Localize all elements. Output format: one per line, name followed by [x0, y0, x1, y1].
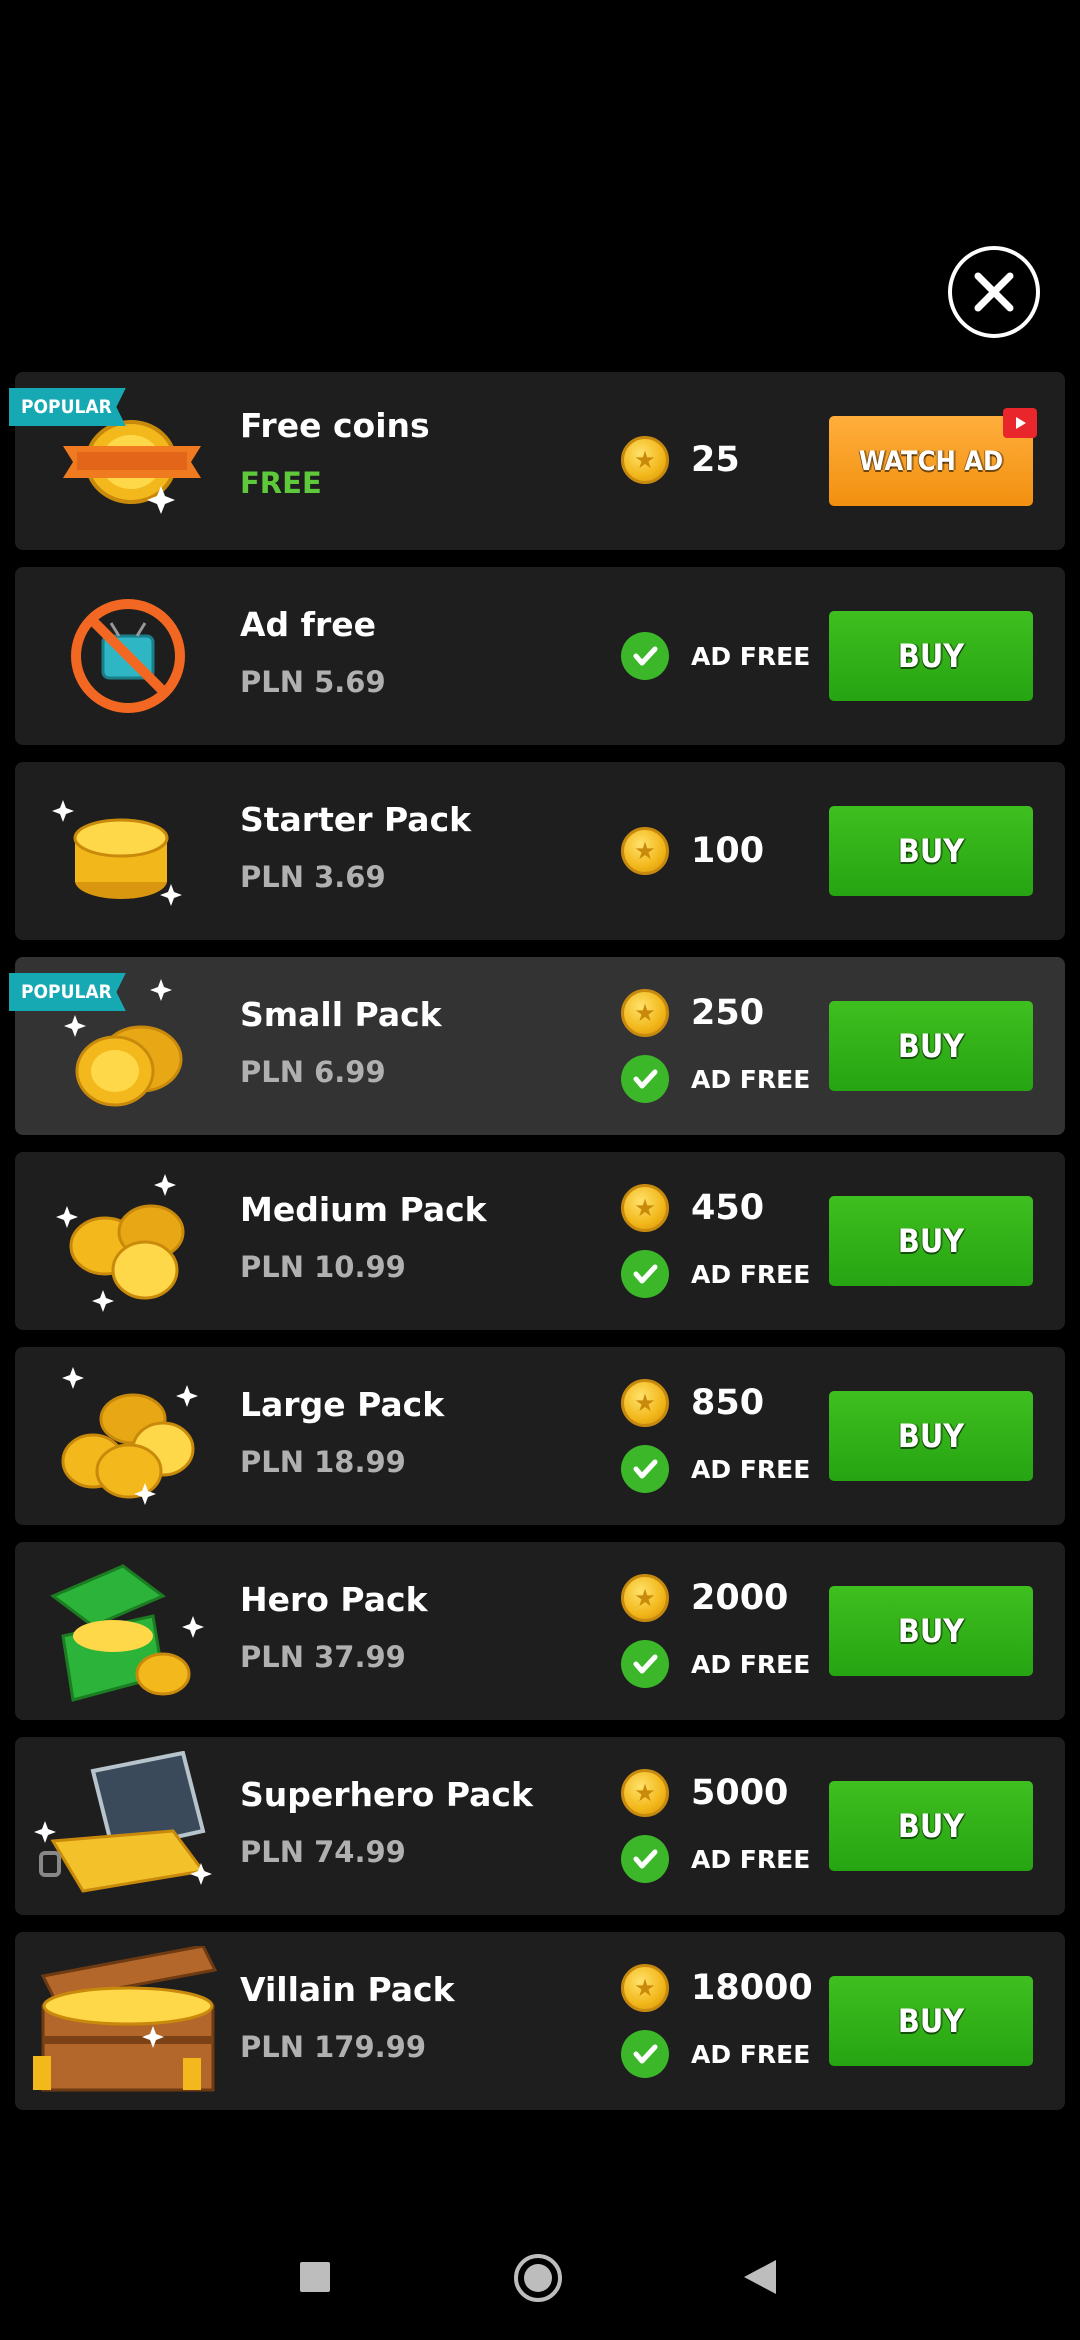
coin-icon: ★	[621, 1964, 669, 2012]
item-name: Superhero Pack	[240, 1775, 533, 1814]
shop-row-medium-pack: Medium Pack PLN 10.99 ★ 450 AD FREE BUY	[15, 1152, 1065, 1330]
no-tv-icon	[71, 599, 185, 713]
coin-amount: ★ 250	[621, 987, 764, 1039]
watch-ad-button[interactable]: WATCH AD	[829, 408, 1037, 506]
coin-amount: ★ 18000	[621, 1962, 813, 2014]
item-price: PLN 18.99	[240, 1445, 406, 1479]
system-navigation-bar	[0, 2220, 1080, 2340]
shop-row-superhero-pack: Superhero Pack PLN 74.99 ★ 5000 AD FREE …	[15, 1737, 1065, 1915]
check-icon	[621, 1640, 669, 1688]
shop-row-starter-pack: Starter Pack PLN 3.69 ★ 100 BUY	[15, 762, 1065, 940]
buy-button[interactable]: BUY	[829, 1196, 1033, 1286]
coin-stack-icon	[52, 800, 182, 906]
ad-free-benefit: AD FREE	[621, 1638, 810, 1690]
buy-button[interactable]: BUY	[829, 611, 1033, 701]
coin-amount: ★ 450	[621, 1182, 764, 1234]
item-price: PLN 37.99	[240, 1640, 406, 1674]
shop-row-villain-pack: Villain Pack PLN 179.99 ★ 18000 AD FREE …	[15, 1932, 1065, 2110]
item-name: Hero Pack	[240, 1580, 428, 1619]
buy-button[interactable]: BUY	[829, 1976, 1033, 2066]
check-icon	[621, 1445, 669, 1493]
coin-icon: ★	[621, 436, 669, 484]
check-icon	[621, 1835, 669, 1883]
item-price: PLN 6.99	[240, 1055, 386, 1089]
item-name: Villain Pack	[240, 1970, 455, 2009]
item-name: Starter Pack	[240, 800, 472, 839]
popular-badge: POPULAR	[9, 973, 126, 1011]
coin-icon: ★	[621, 1184, 669, 1232]
shop-row-small-pack: POPULAR Small Pack PLN 6.99 ★ 250 AD FRE…	[9, 957, 1065, 1135]
shop-row-ad-free: Ad free PLN 5.69 AD FREE BUY	[15, 567, 1065, 745]
coin-icon: ★	[621, 1769, 669, 1817]
recents-icon[interactable]	[298, 2260, 332, 2294]
back-icon[interactable]	[742, 2258, 778, 2296]
popular-badge: POPULAR	[9, 388, 126, 426]
video-play-icon	[1003, 408, 1037, 438]
check-icon	[621, 2030, 669, 2078]
item-price: PLN 5.69	[240, 665, 386, 699]
ad-free-benefit: AD FREE	[621, 1248, 810, 1300]
item-price: PLN 10.99	[240, 1250, 406, 1284]
coin-pile-large-icon	[61, 1367, 198, 1505]
coin-icon: ★	[621, 827, 669, 875]
coin-amount: ★ 100	[621, 825, 764, 877]
close-button[interactable]	[948, 246, 1040, 338]
coin-pile-icon	[56, 1174, 185, 1312]
item-price: FREE	[240, 466, 322, 500]
close-icon	[974, 272, 1014, 312]
check-icon	[621, 1055, 669, 1103]
home-icon[interactable]	[512, 2252, 564, 2304]
shop-list: POPULAR Free coins FREE ★ 25 WATCH AD Ad…	[9, 372, 1065, 2127]
treasure-chest-icon	[33, 1946, 218, 2092]
ad-free-benefit: AD FREE	[621, 1443, 810, 1495]
check-icon	[621, 632, 669, 680]
ad-free-benefit: AD FREE	[621, 630, 810, 682]
item-name: Free coins	[240, 406, 430, 445]
ad-free-benefit: AD FREE	[621, 2028, 810, 2080]
buy-button[interactable]: BUY	[829, 1781, 1033, 1871]
shop-row-large-pack: Large Pack PLN 18.99 ★ 850 AD FREE BUY	[15, 1347, 1065, 1525]
coin-amount: ★ 5000	[621, 1767, 788, 1819]
coin-amount: ★ 25	[621, 434, 740, 486]
coin-amount: ★ 2000	[621, 1572, 788, 1624]
coin-briefcase-icon	[34, 1751, 212, 1893]
coin-amount: ★ 850	[621, 1377, 764, 1429]
item-name: Large Pack	[240, 1385, 445, 1424]
item-price: PLN 179.99	[240, 2030, 427, 2064]
coin-icon: ★	[621, 1379, 669, 1427]
buy-button[interactable]: BUY	[829, 1586, 1033, 1676]
item-name: Medium Pack	[240, 1190, 487, 1229]
coin-icon: ★	[621, 1574, 669, 1622]
shop-row-free-coins: POPULAR Free coins FREE ★ 25 WATCH AD	[9, 372, 1065, 550]
buy-button[interactable]: BUY	[829, 1391, 1033, 1481]
shop-row-hero-pack: Hero Pack PLN 37.99 ★ 2000 AD FREE BUY	[15, 1542, 1065, 1720]
buy-button[interactable]: BUY	[829, 806, 1033, 896]
buy-button[interactable]: BUY	[829, 1001, 1033, 1091]
ad-free-benefit: AD FREE	[621, 1833, 810, 1885]
item-name: Small Pack	[240, 995, 442, 1034]
check-icon	[621, 1250, 669, 1298]
coin-box-icon	[50, 1564, 204, 1702]
coin-icon: ★	[621, 989, 669, 1037]
item-price: PLN 74.99	[240, 1835, 406, 1869]
item-price: PLN 3.69	[240, 860, 386, 894]
ad-free-benefit: AD FREE	[621, 1053, 810, 1105]
item-name: Ad free	[240, 605, 377, 644]
